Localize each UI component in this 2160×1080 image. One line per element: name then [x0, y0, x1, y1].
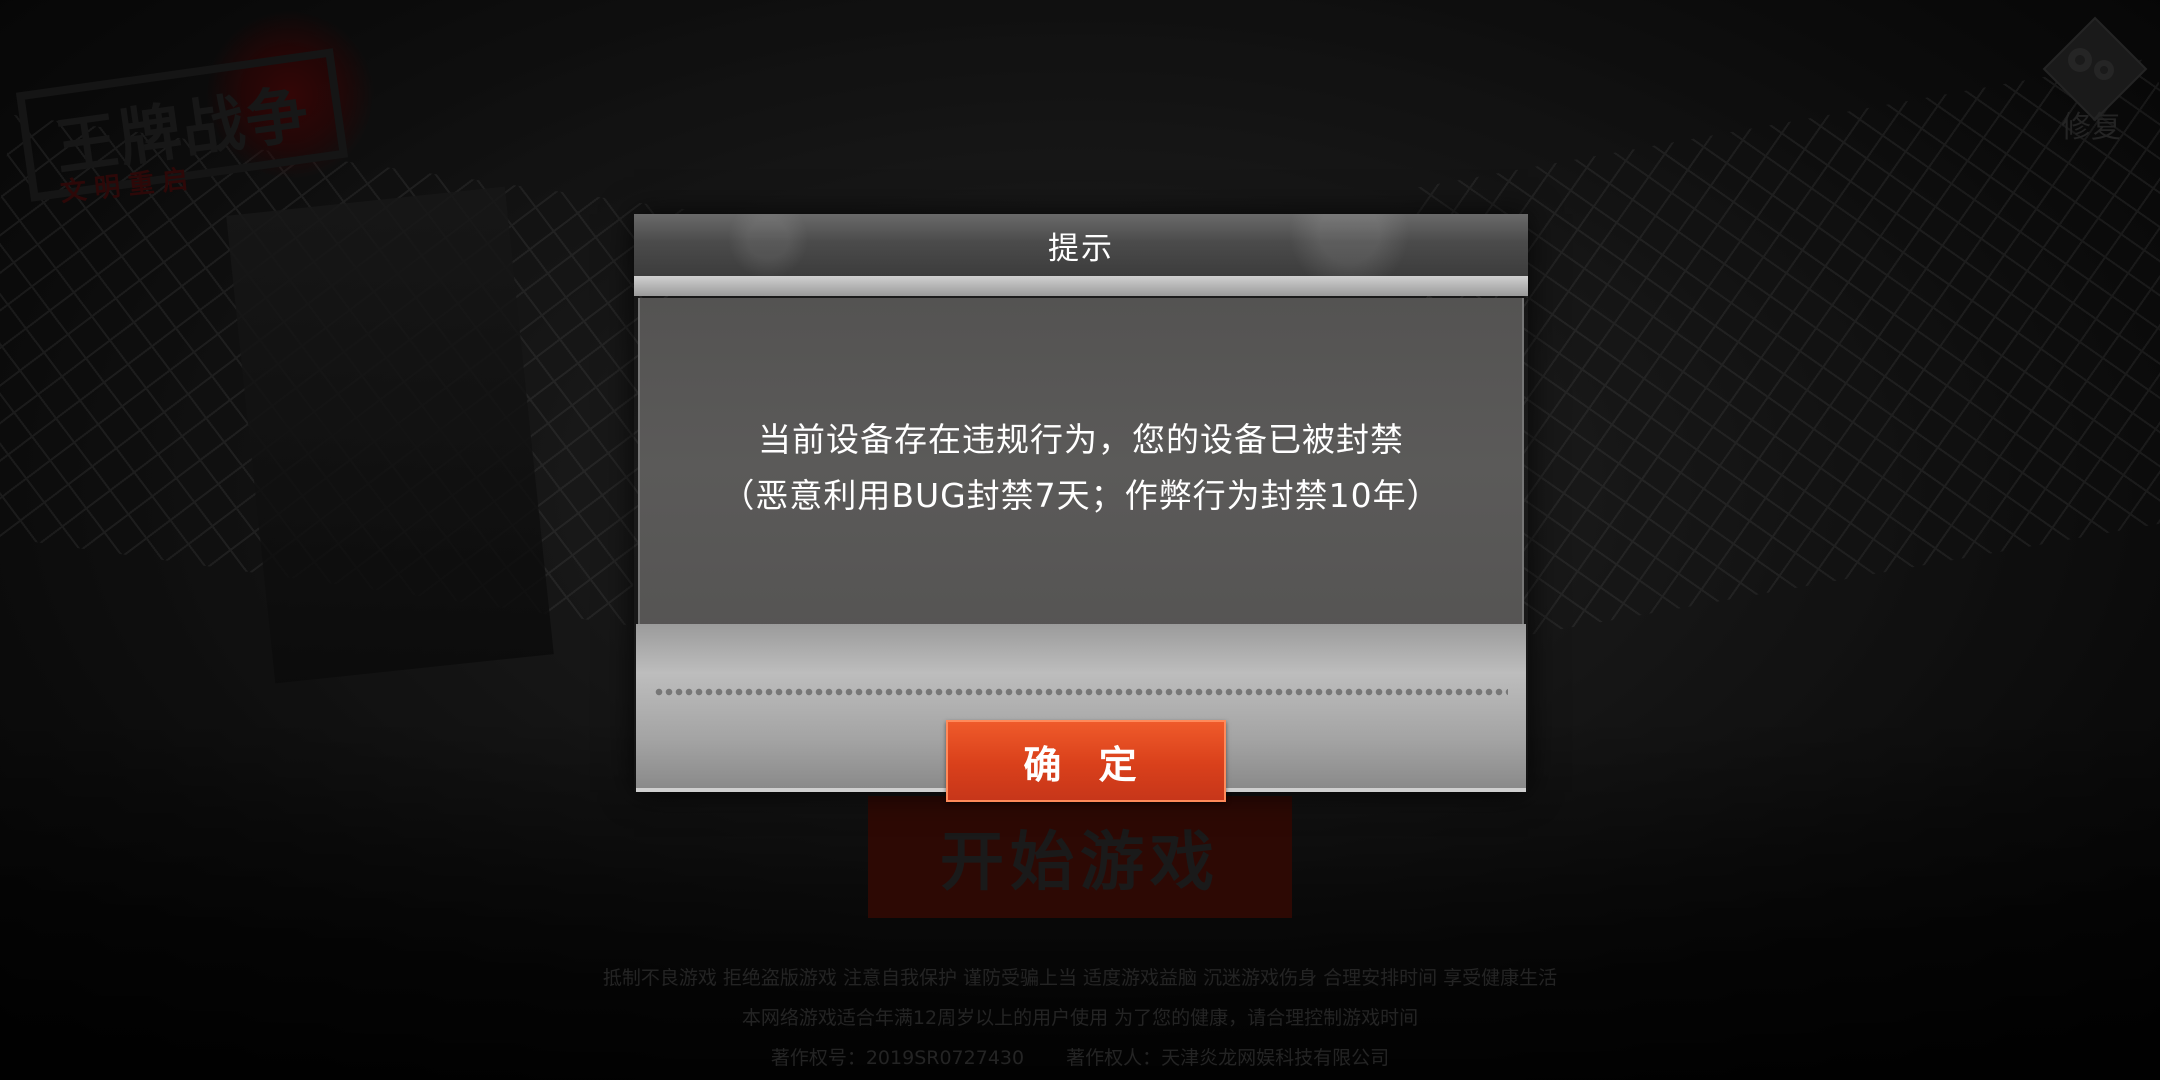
ban-message-line-2: （恶意利用BUG封禁7天；作弊行为封禁10年）: [721, 476, 1441, 515]
dialog-footer: 确 定: [636, 624, 1526, 802]
dialog-header: 提示: [634, 214, 1528, 276]
confirm-button[interactable]: 确 定: [946, 720, 1226, 802]
dialog-header-strip: [634, 276, 1528, 296]
ban-message-line-1: 当前设备存在违规行为，您的设备已被封禁: [758, 420, 1404, 459]
dotted-divider: [654, 688, 1508, 696]
dialog-title: 提示: [1048, 230, 1114, 267]
game-screen: 王牌战争 文明重启 修复 开始游戏 抵制不良游戏 拒绝盗版游戏 注意自我保护 谨…: [0, 0, 2160, 1080]
dialog-body: 当前设备存在违规行为，您的设备已被封禁 （恶意利用BUG封禁7天；作弊行为封禁1…: [638, 298, 1524, 638]
alert-dialog: 提示 当前设备存在违规行为，您的设备已被封禁 （恶意利用BUG封禁7天；作弊行为…: [634, 214, 1528, 802]
